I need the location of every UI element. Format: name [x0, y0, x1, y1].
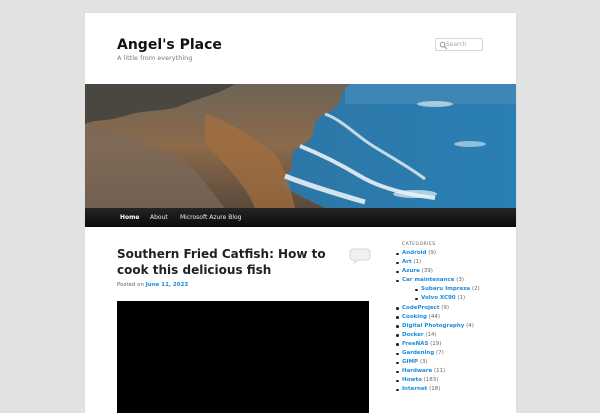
bullet-icon [396, 334, 399, 337]
bullet-icon [396, 261, 399, 265]
category-item: Azure (39) [395, 267, 480, 276]
posted-on-label: Posted on [117, 282, 144, 288]
category-link[interactable]: Howto [402, 377, 422, 383]
category-count: (18) [429, 386, 441, 393]
category-link[interactable]: Hardware [402, 368, 432, 374]
category-count: (14) [425, 331, 437, 338]
bullet-icon [396, 316, 399, 319]
category-count: (9) [441, 304, 450, 311]
category-count: (2) [471, 286, 480, 293]
main-nav: Home About Microsoft Azure Blog [85, 208, 516, 227]
bullet-icon [396, 279, 399, 283]
category-item: Volvo XC90 (1) [395, 294, 480, 303]
category-count: (19) [430, 340, 442, 347]
site-title[interactable]: Angel's Place [117, 37, 222, 53]
category-link[interactable]: Art [402, 259, 412, 265]
category-item: Cooking (44) [395, 313, 480, 322]
category-item: Subaru Impreza (2) [395, 285, 480, 294]
category-link[interactable]: Azure [402, 268, 420, 274]
category-item: Android (9) [395, 249, 480, 258]
bullet-icon [415, 297, 418, 301]
bullet-icon [396, 388, 399, 392]
category-item: Car maintenance (3) [395, 276, 480, 285]
category-item: Art (1) [395, 258, 480, 267]
search-input[interactable] [446, 39, 480, 50]
category-item: Docker (14) [395, 331, 480, 340]
category-count: (4) [466, 322, 474, 329]
category-link[interactable]: GIMP [402, 359, 418, 365]
category-item: Digital Photography (4) [395, 322, 480, 331]
search-box[interactable] [435, 38, 483, 51]
category-count: (39) [421, 268, 433, 275]
nav-microsoft-azure-blog[interactable]: Microsoft Azure Blog [173, 208, 248, 227]
bullet-icon [396, 361, 399, 365]
bullet-icon [396, 325, 399, 328]
category-link[interactable]: CodeProject [402, 305, 440, 311]
bullet-icon [396, 252, 399, 255]
category-link[interactable]: Gardening [402, 350, 434, 356]
bullet-icon [415, 288, 418, 292]
category-link[interactable]: Digital Photography [402, 323, 464, 329]
post-meta: Posted on June 11, 2023 [117, 282, 188, 288]
category-item: Hardware (11) [395, 367, 480, 376]
category-item: CodeProject (9) [395, 304, 480, 313]
bullet-icon [396, 352, 399, 356]
site-tagline: A little from everything [117, 54, 193, 62]
bullet-icon [396, 270, 399, 274]
category-link[interactable]: FreeNAS [402, 341, 428, 347]
nav-home[interactable]: Home [113, 208, 146, 227]
category-item: Internet (18) [395, 385, 480, 394]
category-count: (3) [419, 359, 428, 366]
bullet-icon [396, 370, 399, 374]
category-link[interactable]: Volvo XC90 [421, 295, 456, 301]
category-link[interactable]: Android [402, 250, 426, 256]
categories-list: Android (9) Art (1) Azure (39) Car maintena… [395, 249, 480, 395]
category-count: (3) [456, 277, 465, 284]
category-count: (183) [423, 377, 439, 384]
comment-bubble-icon[interactable] [349, 248, 371, 264]
bullet-icon [396, 379, 399, 383]
category-count: (44) [428, 313, 441, 320]
post-date-link[interactable]: June 11, 2023 [146, 282, 189, 288]
category-count: (1) [413, 259, 422, 266]
video-embed[interactable] [117, 301, 369, 413]
category-link[interactable]: Internet [402, 386, 427, 392]
category-link[interactable]: Docker [402, 332, 424, 338]
category-count: (11) [433, 368, 446, 375]
category-count: (9) [428, 250, 436, 256]
category-link[interactable]: Car maintenance [402, 277, 455, 283]
categories-heading: CATEGORIES [402, 242, 436, 247]
category-link[interactable]: Subaru Impreza [421, 286, 470, 292]
category-count: (1) [457, 295, 466, 302]
category-item: Gardening (7) [395, 349, 480, 358]
category-item: Howto (183) [395, 376, 480, 385]
category-count: (7) [436, 350, 444, 357]
nav-about[interactable]: About [143, 208, 175, 227]
header-image[interactable] [85, 84, 516, 208]
category-item: GIMP (3) [395, 358, 480, 367]
post-title[interactable]: Southern Fried Catfish: How to cook this… [117, 246, 332, 278]
category-link[interactable]: Cooking [402, 314, 427, 320]
bullet-icon [396, 307, 399, 310]
page: Angel's Place A little from everything S… [85, 13, 516, 413]
category-item: FreeNAS (19) [395, 340, 480, 349]
bullet-icon [396, 343, 399, 346]
